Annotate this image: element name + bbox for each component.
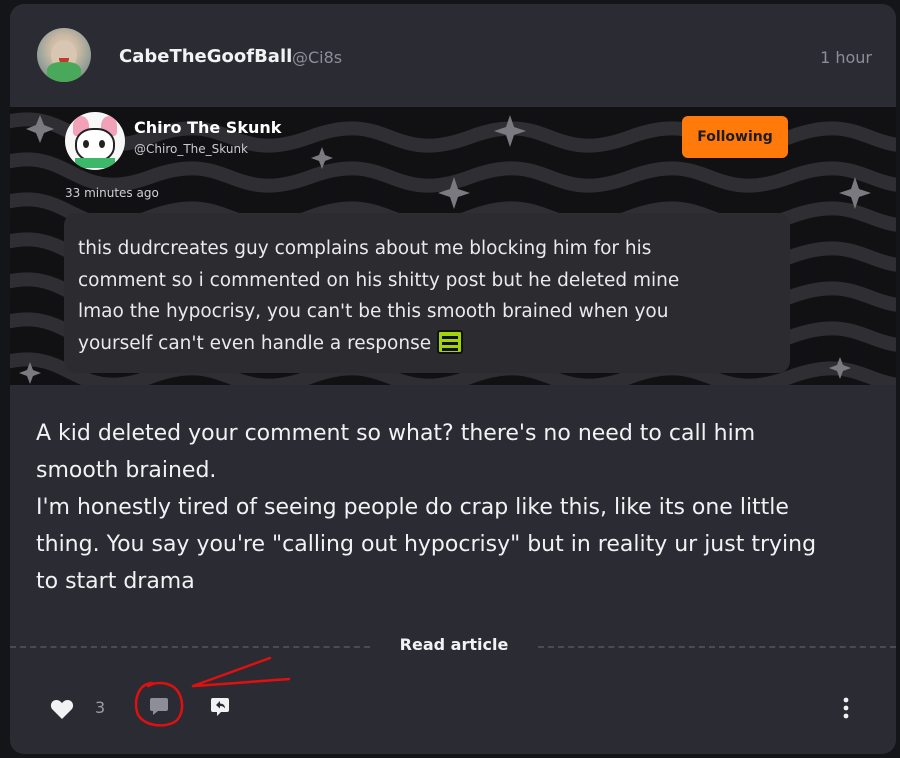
post-body-line: thing. You say you're "calling out hypoc…: [36, 532, 817, 557]
embed-message-bubble: this dudrcreates guy complains about me …: [64, 213, 790, 373]
post-body-line: A kid deleted your comment so what? ther…: [36, 421, 756, 446]
embed-timestamp: 33 minutes ago: [65, 186, 159, 200]
post-body-line: I'm honestly tired of seeing people do c…: [36, 495, 789, 520]
post-body-line: smooth brained.: [36, 458, 217, 483]
post-card: CabeTheGoofBall @Ci8s 1 hour Chiro The S…: [10, 4, 896, 754]
avatar-eye: [83, 140, 89, 148]
read-article-link[interactable]: Read article: [370, 635, 538, 654]
author-username[interactable]: CabeTheGoofBall: [119, 46, 292, 67]
like-count: 3: [95, 698, 106, 717]
divider-right: [538, 646, 896, 648]
embed-text: this dudrcreates guy complains about me …: [78, 233, 776, 359]
embed-author-handle: @Chiro_The_Skunk: [134, 142, 249, 156]
grimace-emoji-icon: [437, 329, 463, 354]
avatar-eye: [99, 140, 105, 148]
avatar-head: [75, 128, 115, 162]
post-body: A kid deleted your comment so what? ther…: [36, 415, 876, 600]
author-handle[interactable]: @Ci8s: [292, 48, 342, 67]
more-vertical-icon[interactable]: [836, 696, 856, 720]
embed-text-line: comment so i commented on his shitty pos…: [78, 269, 680, 291]
post-body-line: to start drama: [36, 569, 195, 594]
embedded-screenshot[interactable]: Chiro The Skunk @Chiro_The_Skunk Followi…: [10, 107, 896, 385]
post-timestamp: 1 hour: [820, 48, 872, 67]
avatar-scarf: [75, 158, 115, 168]
embed-text-line: lmao the hypocrisy, you can't be this sm…: [78, 301, 669, 322]
heart-icon[interactable]: [50, 698, 74, 720]
embed-avatar: [65, 112, 125, 170]
avatar-shirt: [47, 62, 81, 82]
comment-icon[interactable]: [148, 696, 170, 718]
author-avatar[interactable]: [37, 28, 91, 82]
embed-author-name: Chiro The Skunk: [134, 118, 282, 137]
divider-left: [10, 646, 370, 648]
following-button: Following: [682, 116, 788, 158]
embed-text-line: this dudrcreates guy complains about me …: [78, 238, 652, 259]
embed-text-line: yourself can't even handle a response: [78, 332, 432, 354]
share-icon[interactable]: [209, 696, 231, 718]
